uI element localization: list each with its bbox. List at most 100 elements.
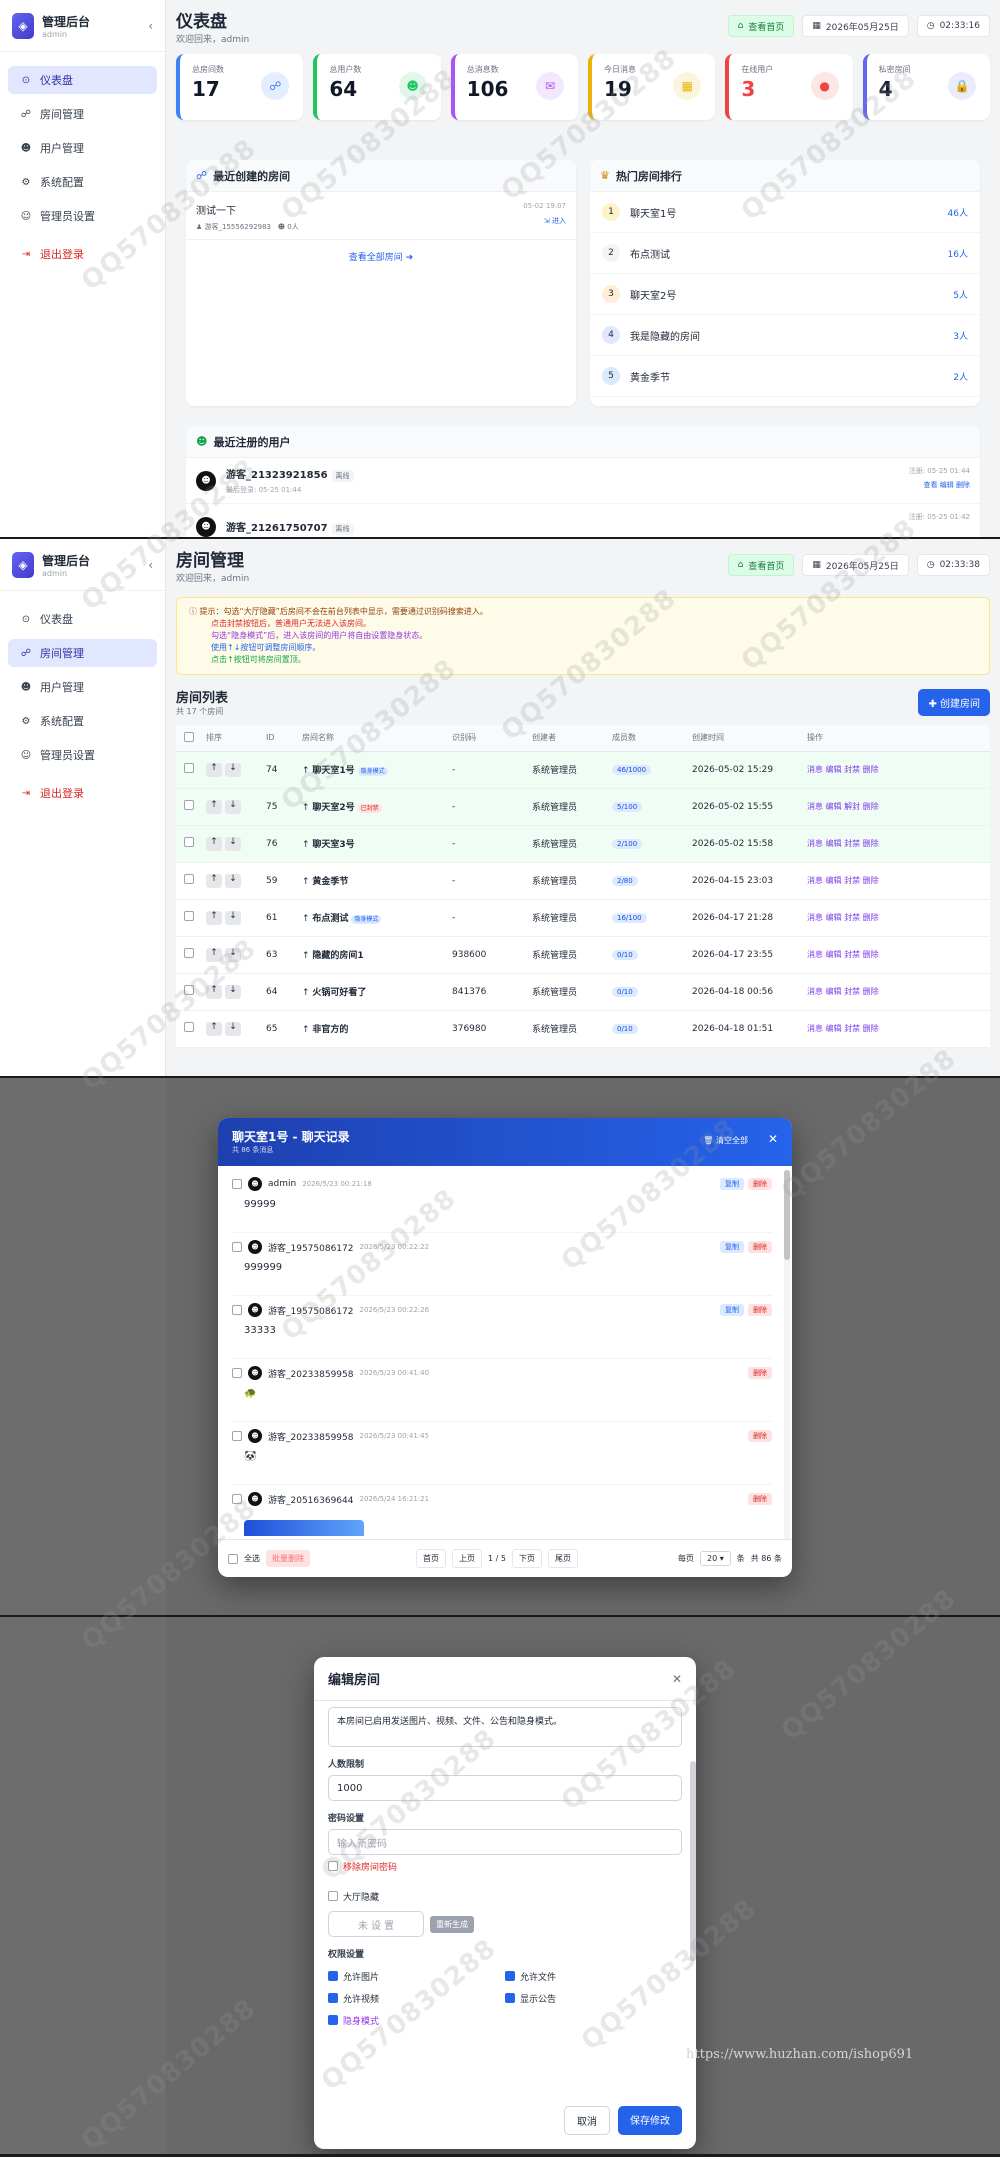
row-actions[interactable]: 消息 编辑 封禁 删除 [807, 765, 879, 774]
row-checkbox[interactable] [184, 985, 194, 995]
hot-room-item[interactable]: 5 黄金季节 2人 [590, 356, 980, 397]
hot-room-item[interactable]: 1 聊天室1号 46人 [590, 192, 980, 233]
user-row[interactable]: ☻ 游客_21261750707 离线 注册: 05-25 01:42 [186, 504, 980, 537]
pin-icon[interactable]: ↑ [302, 1025, 312, 1035]
permission-checkbox[interactable] [328, 1971, 338, 1981]
row-actions[interactable]: 消息 编辑 封禁 删除 [807, 913, 879, 922]
move-up-button[interactable]: ↑ [206, 947, 222, 962]
permission-item[interactable]: 允许文件 [505, 1965, 682, 1987]
message-checkbox[interactable] [232, 1179, 242, 1189]
user-actions[interactable]: 查看 编辑 删除 [909, 480, 970, 490]
row-actions[interactable]: 消息 编辑 封禁 删除 [807, 1024, 879, 1033]
delete-button[interactable]: 删除 [748, 1430, 772, 1442]
hot-room-item[interactable]: 4 我是隐藏的房间 3人 [590, 315, 980, 356]
row-checkbox[interactable] [184, 911, 194, 921]
hot-room-item[interactable]: 2 布点测试 16人 [590, 233, 980, 274]
view-home-button[interactable]: ⌂ 查看首页 [727, 554, 795, 576]
move-down-button[interactable]: ↓ [225, 1021, 241, 1036]
row-actions[interactable]: 消息 编辑 封禁 删除 [807, 987, 879, 996]
table-row[interactable]: ↑ ↓ 63 ↑ 隐藏的房间1 938600 系统管理员 0/10 2026-04-17 23… [176, 936, 990, 974]
limit-input[interactable]: 1000 [328, 1775, 682, 1801]
sidebar-item-config[interactable]: ⚙ 系统配置 [8, 168, 157, 196]
next-page-button[interactable]: 下页 [511, 1549, 542, 1568]
table-row[interactable]: ↑ ↓ 76 ↑ 聊天室3号 - 系统管理员 2/100 2026-05-02 15:58 消息… [176, 825, 990, 863]
cancel-button[interactable]: 取消 [564, 2106, 610, 2135]
copy-button[interactable]: 复制 [720, 1178, 744, 1190]
table-row[interactable]: ↑ ↓ 59 ↑ 黄金季节 - 系统管理员 2/80 2026-04-15 23:03 消息 编… [176, 862, 990, 900]
move-up-button[interactable]: ↑ [206, 873, 222, 888]
logout-button[interactable]: ⇥ 退出登录 [8, 779, 157, 807]
move-up-button[interactable]: ↑ [206, 1021, 222, 1036]
row-checkbox[interactable] [184, 874, 194, 884]
enter-room-link[interactable]: ⇲ 进入 [544, 216, 566, 226]
recent-room-item[interactable]: 测试一下 ♟ 游客_15556292983 ☻ 0人 05-02 19:07 ⇲… [186, 192, 576, 240]
row-checkbox[interactable] [184, 948, 194, 958]
regenerate-button[interactable]: 重新生成 [430, 1915, 474, 1933]
row-actions[interactable]: 消息 编辑 封禁 删除 [807, 839, 879, 848]
sidebar-item-admin[interactable]: ☺ 管理员设置 [8, 741, 157, 769]
sidebar-item-users[interactable]: ☻ 用户管理 [8, 673, 157, 701]
delete-button[interactable]: 删除 [748, 1241, 772, 1253]
first-page-button[interactable]: 首页 [416, 1549, 446, 1568]
permission-item[interactable]: 允许图片 [328, 1965, 505, 1987]
sidebar-item-rooms[interactable]: ☍ 房间管理 [8, 639, 157, 667]
sidebar-item-dashboard[interactable]: ⊙ 仪表盘 [8, 605, 157, 633]
table-row[interactable]: ↑ ↓ 74 ↑ 聊天室1号 隐身模式 - 系统管理员 46/1000 2026-05-02 1… [176, 751, 990, 789]
description-textarea[interactable]: 本房间已启用发送图片、视频、文件、公告和隐身模式。 [328, 1707, 682, 1747]
view-all-rooms-link[interactable]: 查看全部房间 ➜ [186, 240, 576, 263]
delete-button[interactable]: 删除 [748, 1178, 772, 1190]
sidebar-item-rooms[interactable]: ☍ 房间管理 [8, 100, 157, 128]
move-up-button[interactable]: ↑ [206, 984, 222, 999]
table-row[interactable]: ↑ ↓ 61 ↑ 布点测试 隐身模式 - 系统管理员 16/100 2026-04-17 21:… [176, 899, 990, 937]
row-actions[interactable]: 消息 编辑 封禁 删除 [807, 876, 879, 885]
pin-icon[interactable]: ↑ [302, 877, 312, 887]
move-up-button[interactable]: ↑ [206, 762, 222, 777]
row-checkbox[interactable] [184, 1022, 194, 1032]
code-input[interactable]: 未 设 置 [328, 1911, 424, 1937]
copy-button[interactable]: 复制 [720, 1241, 744, 1253]
message-checkbox[interactable] [232, 1431, 242, 1441]
pin-icon[interactable]: ↑ [302, 803, 312, 813]
scrollbar[interactable] [784, 1170, 790, 1540]
move-down-button[interactable]: ↓ [225, 910, 241, 925]
permission-checkbox[interactable] [328, 2015, 338, 2025]
logout-button[interactable]: ⇥ 退出登录 [8, 240, 157, 268]
pin-icon[interactable]: ↑ [302, 840, 312, 850]
message-checkbox[interactable] [232, 1494, 242, 1504]
permission-checkbox[interactable] [505, 1971, 515, 1981]
pin-icon[interactable]: ↑ [302, 988, 312, 998]
row-checkbox[interactable] [184, 800, 194, 810]
remove-password-checkbox[interactable] [328, 1861, 338, 1871]
table-row[interactable]: ↑ ↓ 65 ↑ 非官方的 376980 系统管理员 0/10 2026-04-18 01:5… [176, 1010, 990, 1048]
hidden-checkbox[interactable] [328, 1891, 338, 1901]
user-row[interactable]: ☻ 游客_21323921856 离线 最后登录: 05-25 01:44 注册: … [186, 458, 980, 504]
select-all-checkbox[interactable] [184, 731, 194, 742]
message-checkbox[interactable] [232, 1305, 242, 1315]
delete-button[interactable]: 删除 [748, 1304, 772, 1316]
sidebar-item-admin[interactable]: ☺ 管理员设置 [8, 202, 157, 230]
pin-icon[interactable]: ↑ [302, 951, 312, 961]
move-up-button[interactable]: ↑ [206, 799, 222, 814]
collapse-icon[interactable]: ‹ [148, 558, 153, 572]
move-up-button[interactable]: ↑ [206, 910, 222, 925]
select-all-checkbox[interactable] [228, 1553, 238, 1564]
move-down-button[interactable]: ↓ [225, 873, 241, 888]
move-down-button[interactable]: ↓ [225, 762, 241, 777]
message-checkbox[interactable] [232, 1242, 242, 1252]
close-icon[interactable]: ✕ [768, 1132, 778, 1146]
sidebar-item-dashboard[interactable]: ⊙ 仪表盘 [8, 66, 157, 94]
copy-button[interactable]: 复制 [720, 1304, 744, 1316]
prev-page-button[interactable]: 上页 [452, 1549, 482, 1568]
password-input[interactable]: 输入新密码 [328, 1829, 682, 1855]
permission-checkbox[interactable] [505, 1993, 515, 2003]
row-checkbox[interactable] [184, 837, 194, 847]
permission-checkbox[interactable] [328, 1993, 338, 2003]
view-home-button[interactable]: ⌂ 查看首页 [727, 15, 795, 37]
pin-icon[interactable]: ↑ [302, 914, 312, 924]
delete-button[interactable]: 删除 [748, 1493, 772, 1505]
batch-delete-button[interactable]: 批量删除 [266, 1550, 310, 1567]
collapse-icon[interactable]: ‹ [148, 19, 153, 33]
sidebar-item-users[interactable]: ☻ 用户管理 [8, 134, 157, 162]
close-icon[interactable]: ✕ [672, 1672, 682, 1686]
per-page-select[interactable]: 20 ▾ [699, 1551, 731, 1566]
